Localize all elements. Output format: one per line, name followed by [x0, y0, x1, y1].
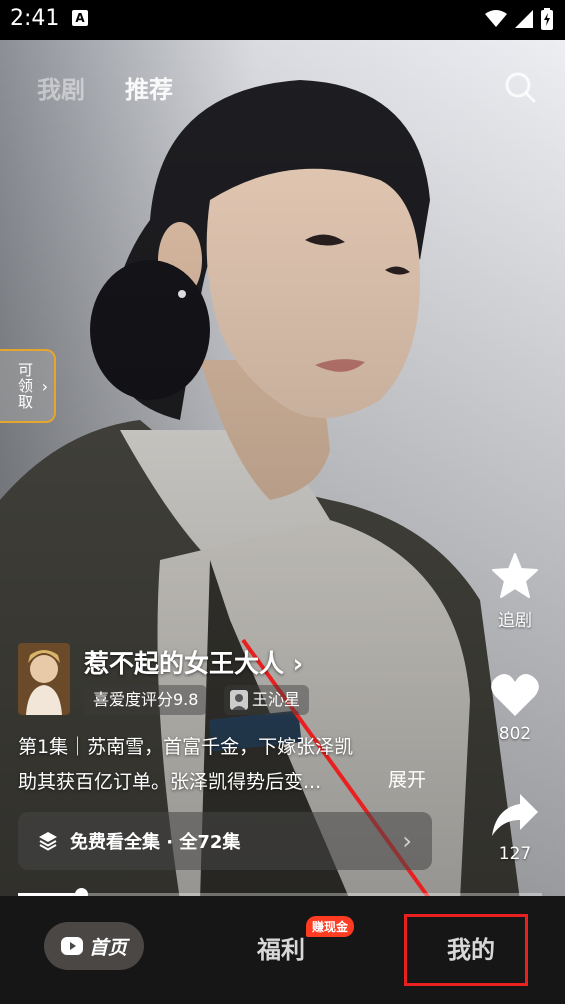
search-button[interactable]: [503, 70, 537, 104]
notification-a-icon: A: [72, 10, 88, 26]
search-icon: [505, 72, 536, 103]
claim-reward-label: 可领取: [16, 362, 34, 410]
chevron-right-icon: ›: [41, 377, 48, 396]
watch-all-episodes-button[interactable]: 免费看全集 · 全72集 ›: [18, 812, 432, 870]
wifi-icon: [485, 10, 507, 27]
play-icon: [60, 937, 83, 955]
actor-avatar: [230, 690, 248, 710]
actor-pill[interactable]: 王沁星: [224, 685, 310, 715]
nav-welfare[interactable]: 福利: [257, 930, 305, 965]
status-time: 2:41: [10, 6, 60, 31]
tab-my-dramas[interactable]: 我剧: [37, 70, 85, 105]
rating-pill: 喜爱度评分9.8: [84, 685, 208, 715]
layers-icon: [39, 832, 57, 851]
drama-poster[interactable]: [18, 643, 70, 715]
poster-image: [18, 643, 70, 715]
follow-label: 追剧: [498, 611, 532, 631]
earn-cash-badge: 赚现金: [306, 916, 355, 937]
like-button[interactable]: 802: [485, 672, 545, 744]
nav-home-label: 首页: [88, 936, 127, 959]
share-count: 127: [498, 844, 532, 864]
signal-icon: [515, 10, 533, 28]
claim-reward-badge[interactable]: 可领取 ›: [0, 349, 56, 423]
chevron-right-icon: ›: [402, 827, 412, 855]
star-icon: [492, 553, 538, 598]
expand-button[interactable]: 展开: [388, 765, 426, 792]
chevron-right-icon: ›: [292, 649, 304, 678]
tab-recommend[interactable]: 推荐: [125, 70, 173, 105]
status-icons: [485, 8, 553, 30]
annotation-highlight-box: [404, 914, 528, 986]
watch-all-label: 免费看全集 · 全72集: [70, 832, 241, 853]
follow-drama-button[interactable]: 追剧: [485, 552, 545, 631]
drama-title: 惹不起的女王大人: [84, 649, 285, 678]
share-button[interactable]: 127: [485, 792, 545, 864]
heart-icon: [491, 674, 539, 716]
actor-name: 王沁星: [252, 690, 301, 709]
like-count: 802: [498, 724, 532, 744]
description-line-1: 第1集｜苏南雪，首富千金，下嫁张泽凯: [18, 736, 354, 758]
drama-title-link[interactable]: 惹不起的女王大人 ›: [84, 644, 303, 680]
nav-home[interactable]: 首页: [44, 922, 144, 970]
share-icon: [492, 794, 538, 836]
battery-icon: [541, 8, 553, 30]
